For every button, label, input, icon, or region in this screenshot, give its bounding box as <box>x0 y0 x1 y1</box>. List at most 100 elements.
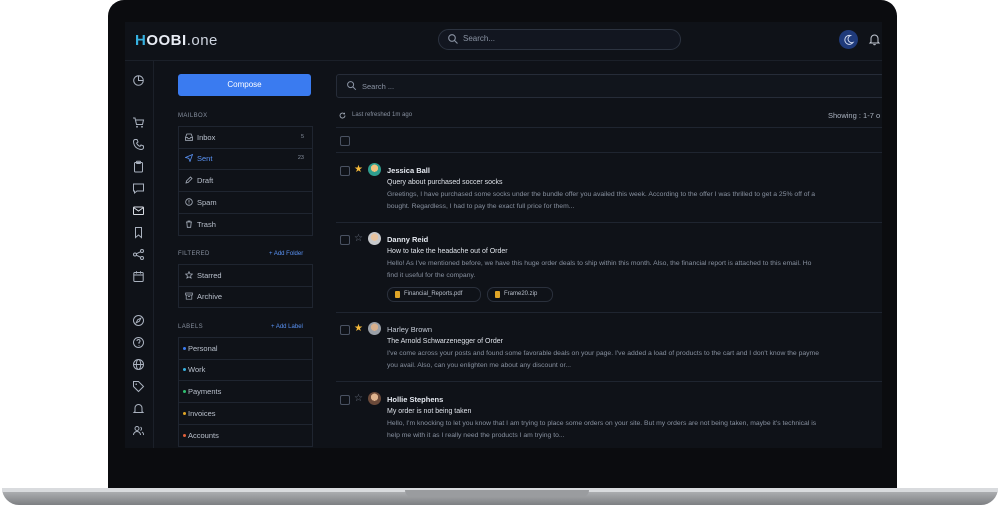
divider <box>336 381 882 382</box>
mail-subject: Query about purchased soccer socks <box>387 179 503 186</box>
label-color-dot <box>183 412 186 415</box>
mail-preview-line: help me with it as I really need the pro… <box>387 432 565 439</box>
top-bar: HOOBI.one Search... <box>125 22 882 61</box>
star-icon <box>185 271 193 279</box>
mail-icon[interactable] <box>132 204 145 217</box>
mailbox-section-title: MAILBOX <box>178 113 208 119</box>
star-outline-icon[interactable]: ☆ <box>354 234 363 244</box>
filtered-section-title: FILTERED <box>178 251 210 257</box>
mail-checkbox[interactable] <box>340 395 350 405</box>
share-icon[interactable] <box>132 248 145 261</box>
calendar-icon[interactable] <box>132 270 145 283</box>
label-item-payments[interactable]: Payments <box>178 381 313 403</box>
mail-preview-line: find it useful for the company. <box>387 272 476 279</box>
attachment-chip[interactable]: Financial_Reports.pdf <box>387 287 481 302</box>
attachment-chip[interactable]: Frame20.zip <box>487 287 553 302</box>
divider <box>336 152 882 153</box>
label-item-label: Accounts <box>188 431 219 440</box>
archive-icon <box>185 292 193 300</box>
labels-section-title: LABELS <box>178 324 204 330</box>
global-search-input[interactable]: Search... <box>438 29 681 50</box>
mail-checkbox[interactable] <box>340 235 350 245</box>
mail-subject: My order is not being taken <box>387 408 472 415</box>
search-icon <box>347 81 357 91</box>
label-item-invoices[interactable]: Invoices <box>178 403 313 425</box>
mail-sender: Hollie Stephens <box>387 395 444 404</box>
add-label-link[interactable]: + Add Label <box>271 324 303 330</box>
mailbox-item-label: Trash <box>197 220 216 229</box>
refresh-text: Last refreshed 1m ago <box>352 112 413 118</box>
mailbox-item-inbox[interactable]: Inbox 5 <box>178 126 313 149</box>
icon-rail <box>125 61 154 448</box>
avatar <box>368 392 381 405</box>
showing-count: Showing : 1-7 o <box>828 111 881 120</box>
users-icon[interactable] <box>132 424 145 437</box>
label-item-accounts[interactable]: Accounts <box>178 425 313 447</box>
mail-preview-line: Greetings, I have purchased some socks u… <box>387 191 816 198</box>
add-folder-label: Add Folder <box>273 251 304 257</box>
filtered-item-archive[interactable]: Archive <box>178 286 313 308</box>
mailbox-item-sent[interactable]: Sent 23 <box>178 148 313 170</box>
star-filled-icon[interactable]: ★ <box>354 324 363 334</box>
label-item-personal[interactable]: Personal <box>178 337 313 360</box>
phone-icon[interactable] <box>132 138 145 151</box>
mailbox-item-label: Spam <box>197 198 217 207</box>
trash-icon <box>186 220 192 228</box>
filtered-item-starred[interactable]: Starred <box>178 264 313 287</box>
divider <box>336 222 882 223</box>
star-filled-icon[interactable]: ★ <box>354 165 363 175</box>
clipboard-icon[interactable] <box>132 160 145 173</box>
alert-icon <box>185 198 193 206</box>
label-item-label: Invoices <box>188 409 216 418</box>
globe-icon[interactable] <box>132 358 145 371</box>
divider <box>336 312 882 313</box>
cart-icon[interactable] <box>132 116 145 129</box>
mail-preview-line: you avail. Also, can you enlighten me ab… <box>387 362 572 369</box>
app-screen: HOOBI.one Search... Compose MAILBOX Inbo… <box>125 22 882 448</box>
bell-icon[interactable] <box>132 402 145 415</box>
label-color-dot <box>183 434 186 437</box>
divider <box>336 127 882 128</box>
label-color-dot <box>183 390 186 393</box>
inbox-icon <box>185 133 193 141</box>
help-icon[interactable] <box>132 336 145 349</box>
avatar <box>368 232 381 245</box>
mail-checkbox[interactable] <box>340 325 350 335</box>
mailbox-item-count: 5 <box>300 134 304 140</box>
filtered-item-label: Starred <box>197 271 222 280</box>
mail-sender: Harley Brown <box>387 325 433 334</box>
search-icon <box>448 34 458 44</box>
label-item-label: Work <box>188 365 206 374</box>
mailbox-item-spam[interactable]: Spam <box>178 192 313 214</box>
bookmark-icon[interactable] <box>132 226 145 239</box>
mailbox-item-trash[interactable]: Trash <box>178 214 313 236</box>
select-all-checkbox[interactable] <box>340 136 350 146</box>
mailbox-item-label: Draft <box>197 176 214 185</box>
add-folder-link[interactable]: + Add Folder <box>269 251 303 257</box>
label-item-work[interactable]: Work <box>178 359 313 381</box>
mailbox-item-label: Sent <box>197 154 213 163</box>
mailbox-item-draft[interactable]: Draft <box>178 170 313 192</box>
mail-sender: Jessica Ball <box>387 166 430 175</box>
compass-icon[interactable] <box>132 314 145 327</box>
mail-search-input[interactable]: Search ... <box>336 74 882 98</box>
label-color-dot <box>183 347 186 350</box>
notification-bell-icon[interactable] <box>868 32 881 46</box>
file-icon <box>395 291 400 298</box>
mailbox-item-label: Inbox <box>197 133 216 142</box>
mail-checkbox[interactable] <box>340 166 350 176</box>
app-logo[interactable]: HOOBI.one <box>135 32 218 49</box>
logo-mark: H <box>135 32 147 49</box>
star-outline-icon[interactable]: ☆ <box>354 394 363 404</box>
tag-icon[interactable] <box>132 380 145 393</box>
mail-preview-line: Hello! As I've mentioned before, we have… <box>387 260 812 267</box>
chat-icon[interactable] <box>132 182 145 195</box>
compose-button[interactable]: Compose <box>178 74 311 96</box>
laptop-hinge <box>405 490 589 497</box>
logo-suffix: .one <box>186 32 218 49</box>
mail-subject: How to take the headache out of Order <box>387 248 508 255</box>
filtered-item-label: Archive <box>197 292 223 301</box>
mail-search-placeholder: Search ... <box>362 82 395 91</box>
theme-toggle-button[interactable] <box>839 30 858 49</box>
dashboard-icon[interactable] <box>132 74 145 87</box>
